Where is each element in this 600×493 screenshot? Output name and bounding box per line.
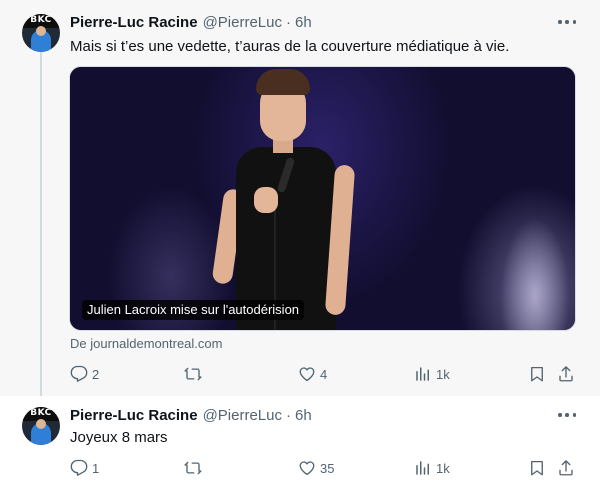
media-caption: Julien Lacroix mise sur l'autodérision [82,300,305,320]
avatar[interactable]: BKC [22,14,60,52]
reply-count: 2 [92,366,100,382]
author-name[interactable]: Pierre-Luc Racine [70,14,198,31]
heart-icon [299,461,315,476]
tweet-text: Joyeux 8 mars [70,429,168,446]
separator-dot: · [286,406,291,424]
views-count: 1k [436,460,450,476]
views-button[interactable]: 1k [414,458,450,478]
like-button[interactable]: 4 [298,364,327,384]
retweet-icon [184,461,202,475]
media-person [211,69,388,330]
reply-icon [70,365,88,382]
reply-icon [70,459,88,476]
thread-line [40,52,42,396]
views-count: 1k [436,366,450,382]
author-handle[interactable]: @PierreLuc [203,14,282,31]
tweet[interactable]: BKC Pierre-Luc Racine @PierreLuc · 6h Ma… [0,0,600,396]
bookmark-button[interactable] [528,364,546,384]
tweet-text: Mais si t’es une vedette, t’auras de la … [70,38,510,55]
more-icon[interactable] [558,406,576,424]
heart-icon [299,367,315,382]
separator-dot: · [286,13,291,31]
tweet-time[interactable]: 6h [295,407,312,424]
tweet-header: Pierre-Luc Racine @PierreLuc · 6h [70,405,312,425]
more-icon[interactable] [558,13,576,31]
like-count: 4 [320,366,328,382]
like-count: 35 [320,460,335,476]
avatar[interactable]: BKC [22,407,60,445]
views-icon [416,461,429,475]
retweet-button[interactable] [184,458,206,478]
share-button[interactable] [557,458,575,478]
views-icon [416,367,429,381]
tweet-header: Pierre-Luc Racine @PierreLuc · 6h [70,12,312,32]
media-card[interactable]: Julien Lacroix mise sur l'autodérision [69,66,576,331]
share-button[interactable] [557,364,575,384]
share-icon [559,366,573,382]
bookmark-icon [531,366,543,382]
tweet-time[interactable]: 6h [295,14,312,31]
bookmark-icon [531,460,543,476]
retweet-button[interactable] [184,364,206,384]
reply-button[interactable]: 2 [70,364,99,384]
retweet-icon [184,367,202,381]
link-source[interactable]: De journaldemontreal.com [70,336,222,351]
tweet[interactable]: BKC Pierre-Luc Racine @PierreLuc · 6h Jo… [0,396,600,493]
views-button[interactable]: 1k [414,364,450,384]
like-button[interactable]: 35 [298,458,334,478]
reply-button[interactable]: 1 [70,458,99,478]
reply-count: 1 [92,460,100,476]
bookmark-button[interactable] [528,458,546,478]
avatar-logo-text: BKC [30,408,52,418]
share-icon [559,460,573,476]
avatar-logo-text: BKC [30,15,52,25]
author-handle[interactable]: @PierreLuc [203,407,282,424]
author-name[interactable]: Pierre-Luc Racine [70,407,198,424]
